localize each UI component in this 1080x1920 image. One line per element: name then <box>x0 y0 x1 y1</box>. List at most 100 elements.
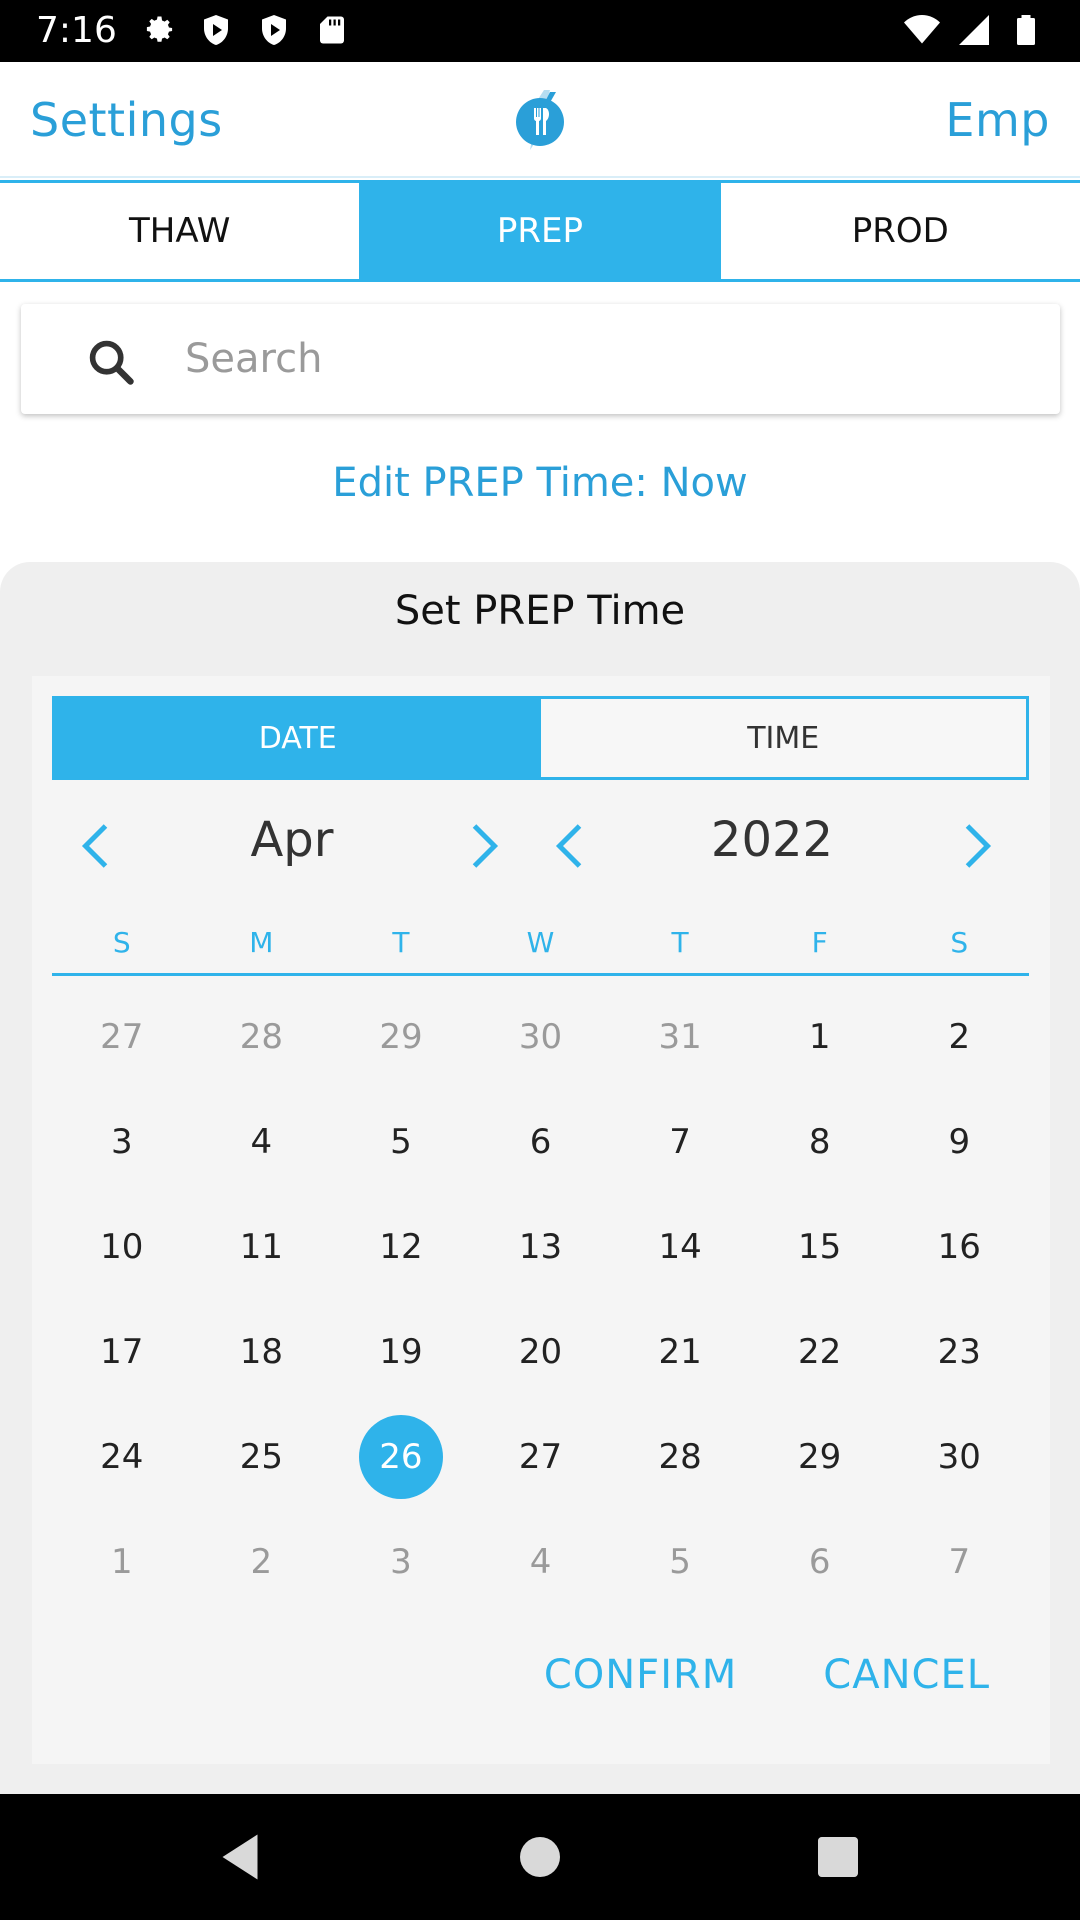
calendar-day[interactable]: 23 <box>889 1299 1029 1404</box>
calendar-day[interactable]: 30 <box>889 1404 1029 1509</box>
calendar-week: 24 25 26 27 28 29 30 <box>52 1404 1029 1509</box>
calendar-day[interactable]: 31 <box>610 984 750 1089</box>
calendar-day[interactable]: 12 <box>331 1194 471 1299</box>
date-picker-sheet: Set PREP Time DATE TIME Apr 2022 S M T W… <box>0 562 1080 1794</box>
month-year-nav: Apr 2022 <box>52 806 1029 886</box>
weekday-header: S M T W T F S <box>52 926 1029 976</box>
calendar-day[interactable]: 24 <box>52 1404 192 1509</box>
calendar-day[interactable]: 18 <box>192 1299 332 1404</box>
date-segment-button[interactable]: DATE <box>55 699 541 777</box>
calendar-day[interactable]: 9 <box>889 1089 1029 1194</box>
weekday-label: S <box>950 926 969 959</box>
tab-thaw[interactable]: THAW <box>0 183 361 279</box>
status-icons-right <box>904 12 1044 48</box>
sheet-title: Set PREP Time <box>394 588 686 634</box>
calendar-day[interactable]: 10 <box>52 1194 192 1299</box>
next-month-chevron-icon[interactable] <box>452 816 512 876</box>
sd-card-icon <box>320 16 344 44</box>
calendar-week: 17 18 19 20 21 22 23 <box>52 1299 1029 1404</box>
calendar-week: 10 11 12 13 14 15 16 <box>52 1194 1029 1299</box>
settings-link[interactable]: Settings <box>30 92 223 148</box>
calendar-grid: 27 28 29 30 31 1 2 3 4 5 6 7 8 9 10 11 12 13 14 15 16 17 18 19 2… <box>52 984 1029 1614</box>
shield-play-icon <box>204 15 228 45</box>
app-header: Settings Emp <box>0 62 1080 178</box>
calendar-day[interactable]: 28 <box>192 984 332 1089</box>
calendar-day[interactable]: 29 <box>750 1404 890 1509</box>
calendar-day[interactable]: 1 <box>52 1509 192 1614</box>
selected-day-marker: 26 <box>358 1414 443 1499</box>
gear-icon <box>146 16 173 42</box>
calendar-day[interactable]: 15 <box>750 1194 890 1299</box>
recents-icon[interactable] <box>808 1827 868 1887</box>
calendar-day[interactable]: 7 <box>889 1509 1029 1614</box>
calendar-day[interactable]: 1 <box>750 984 890 1089</box>
shield-play-icon-2 <box>262 15 286 45</box>
calendar-week: 3456789 <box>52 1089 1029 1194</box>
calendar-day[interactable]: 30 <box>471 984 611 1089</box>
weekday-label: S <box>112 926 131 959</box>
weekday-label: M <box>249 926 274 959</box>
status-bar: 7:16 <box>0 0 1080 62</box>
cancel-button[interactable]: CANCEL <box>823 1652 990 1698</box>
back-icon[interactable] <box>210 1827 270 1887</box>
calendar-week: 1234567 <box>52 1509 1029 1614</box>
app-logo-icon <box>516 90 564 150</box>
calendar-day[interactable]: 5 <box>331 1089 471 1194</box>
calendar-day[interactable]: 2 <box>192 1509 332 1614</box>
weekday-label: T <box>392 926 410 959</box>
calendar-day[interactable]: 19 <box>331 1299 471 1404</box>
search-box <box>21 304 1060 414</box>
calendar-day[interactable]: 17 <box>52 1299 192 1404</box>
edit-prep-time-link[interactable]: Edit PREP Time: Now <box>0 460 1080 506</box>
wifi-icon <box>904 15 940 44</box>
calendar-day[interactable]: 27 <box>52 984 192 1089</box>
calendar-day[interactable]: 22 <box>750 1299 890 1404</box>
calendar-week: 27 28 29 30 31 1 2 <box>52 984 1029 1089</box>
calendar-day[interactable]: 21 <box>610 1299 750 1404</box>
weekday-label: T <box>671 926 689 959</box>
calendar-day[interactable]: 28 <box>610 1404 750 1509</box>
prev-year-chevron-icon[interactable] <box>542 816 602 876</box>
weekday-label: F <box>811 926 828 959</box>
date-time-toggle: DATE TIME <box>52 696 1029 780</box>
tab-prep[interactable]: PREP <box>360 183 721 279</box>
calendar-day[interactable]: 5 <box>610 1509 750 1614</box>
calendar-day[interactable]: 7 <box>610 1089 750 1194</box>
search-icon <box>89 340 134 385</box>
signal-icon <box>959 15 989 45</box>
calendar-day[interactable]: 3 <box>331 1509 471 1614</box>
status-icons-left <box>140 12 350 48</box>
calendar-day[interactable]: 6 <box>750 1509 890 1614</box>
time-segment-button[interactable]: TIME <box>540 699 1026 777</box>
calendar-day[interactable]: 14 <box>610 1194 750 1299</box>
tab-prod[interactable]: PROD <box>720 183 1080 279</box>
calendar-day[interactable]: 6 <box>471 1089 611 1194</box>
calendar-day[interactable]: 3 <box>52 1089 192 1194</box>
calendar-day[interactable]: 2 <box>889 984 1029 1089</box>
year-label: 2022 <box>710 812 834 868</box>
next-year-chevron-icon[interactable] <box>945 816 1005 876</box>
picker-actions: CONFIRM CANCEL <box>544 1652 990 1698</box>
calendar-day[interactable]: 4 <box>192 1089 332 1194</box>
date-picker: DATE TIME Apr 2022 S M T W T F S 27 28 29 3… <box>32 676 1050 1764</box>
calendar-day[interactable]: 11 <box>192 1194 332 1299</box>
confirm-button[interactable]: CONFIRM <box>544 1652 737 1698</box>
month-label: Apr <box>250 812 334 868</box>
calendar-day[interactable]: 4 <box>471 1509 611 1614</box>
calendar-day[interactable]: 8 <box>750 1089 890 1194</box>
prev-month-chevron-icon[interactable] <box>68 816 128 876</box>
home-icon[interactable] <box>510 1827 570 1887</box>
calendar-day-selected[interactable]: 26 <box>331 1404 471 1509</box>
calendar-day[interactable]: 13 <box>471 1194 611 1299</box>
status-time: 7:16 <box>36 10 117 51</box>
emp-link[interactable]: Emp <box>945 92 1050 148</box>
calendar-day[interactable]: 25 <box>192 1404 332 1509</box>
system-nav-bar <box>0 1794 1080 1920</box>
battery-icon <box>1017 15 1035 45</box>
search-input[interactable] <box>185 324 1025 394</box>
calendar-day[interactable]: 16 <box>889 1194 1029 1299</box>
calendar-day[interactable]: 20 <box>471 1299 611 1404</box>
calendar-day[interactable]: 29 <box>331 984 471 1089</box>
calendar-day[interactable]: 27 <box>471 1404 611 1509</box>
weekday-label: W <box>526 926 555 959</box>
